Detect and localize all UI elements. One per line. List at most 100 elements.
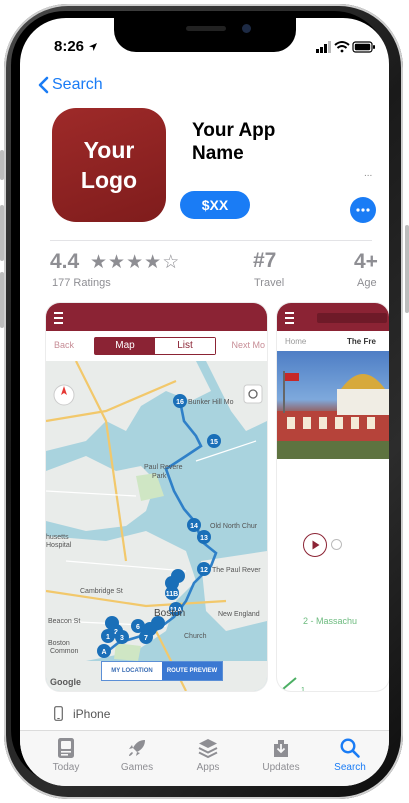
tab-freedom: The Fre bbox=[347, 337, 376, 346]
map-view: 16 15 14 13 12 11B 11A 6 7 2 1 3 A Bunke… bbox=[46, 361, 267, 691]
header-title-bar bbox=[317, 313, 387, 323]
svg-text:Common: Common bbox=[50, 648, 79, 655]
status-icons bbox=[316, 41, 375, 53]
layers-icon bbox=[198, 739, 218, 759]
map-list-segment: Map List bbox=[94, 337, 216, 355]
svg-text:6: 6 bbox=[136, 624, 140, 631]
back-button[interactable]: Search bbox=[38, 76, 103, 94]
menu-icon bbox=[54, 312, 63, 324]
rating-value: 4.4 bbox=[50, 250, 80, 273]
screenshot-back: Back bbox=[54, 340, 75, 350]
back-label: Search bbox=[52, 76, 103, 93]
svg-text:Cambridge St: Cambridge St bbox=[80, 588, 123, 595]
iphone-icon bbox=[54, 706, 63, 721]
svg-text:Paul Revere: Paul Revere bbox=[144, 464, 183, 471]
age-label: Age bbox=[357, 277, 377, 289]
svg-text:Boston: Boston bbox=[154, 608, 185, 619]
svg-text:husetts: husetts bbox=[46, 534, 69, 541]
status-time: 8:26 bbox=[54, 38, 98, 55]
more-description: ... bbox=[364, 168, 373, 179]
more-options-button[interactable] bbox=[350, 197, 376, 223]
search-icon bbox=[340, 738, 360, 758]
star-icon: ★ bbox=[144, 252, 163, 273]
svg-text:12: 12 bbox=[200, 567, 208, 574]
svg-text:The Paul Rever: The Paul Rever bbox=[212, 567, 261, 574]
half-star-icon: ☆ bbox=[162, 252, 181, 273]
tab-search[interactable]: Search bbox=[320, 737, 380, 773]
segment-list: List bbox=[155, 338, 215, 354]
star-icon: ★ bbox=[108, 252, 127, 273]
rocket-icon bbox=[129, 740, 145, 756]
divider bbox=[50, 240, 372, 241]
play-icon bbox=[312, 540, 320, 550]
notch bbox=[114, 18, 296, 52]
my-location-label: MY LOCATION bbox=[102, 662, 162, 680]
progress-dot bbox=[331, 539, 342, 550]
tab-games[interactable]: Games bbox=[107, 737, 167, 773]
svg-text:A: A bbox=[101, 649, 106, 656]
statehouse-photo bbox=[277, 351, 389, 459]
front-camera bbox=[242, 24, 251, 33]
screenshot-2[interactable]: Home The Fre 2 - Massachu 1 bbox=[277, 303, 389, 691]
star-icon: ★ bbox=[90, 252, 109, 273]
prev-chevron bbox=[279, 675, 299, 691]
device-compatibility: iPhone bbox=[54, 706, 110, 721]
svg-text:Park: Park bbox=[152, 473, 167, 480]
ellipsis-icon bbox=[356, 208, 370, 212]
svg-text:Boston: Boston bbox=[48, 640, 70, 647]
svg-text:16: 16 bbox=[176, 399, 184, 406]
svg-text:Church: Church bbox=[184, 633, 207, 640]
svg-text:Old North Chur: Old North Chur bbox=[210, 523, 258, 530]
signal-icon bbox=[316, 41, 331, 53]
screenshot-1[interactable]: Back Map List Next Mo 16 15 14 13 12 11B… bbox=[46, 303, 267, 691]
star-rating: ★★★★☆ bbox=[90, 251, 180, 274]
battery-icon bbox=[352, 41, 375, 53]
tab-updates[interactable]: Updates bbox=[251, 737, 311, 773]
speaker-grille bbox=[186, 26, 226, 31]
screenshot-caption: 2 - Massachu bbox=[303, 616, 358, 626]
wifi-icon bbox=[334, 41, 350, 53]
chevron-left-icon bbox=[281, 677, 297, 691]
volume-down-button bbox=[0, 272, 4, 328]
screenshot-header bbox=[46, 303, 267, 331]
tab-today[interactable]: Today bbox=[36, 737, 96, 773]
device-label: iPhone bbox=[73, 706, 111, 721]
play-button bbox=[303, 533, 327, 557]
app-icon-text: Your Logo bbox=[80, 137, 138, 193]
svg-text:3: 3 bbox=[120, 635, 124, 642]
svg-text:14: 14 bbox=[190, 523, 198, 530]
route-preview-label: ROUTE PREVIEW bbox=[162, 662, 222, 680]
svg-text:11B: 11B bbox=[166, 591, 178, 598]
svg-text:7: 7 bbox=[144, 635, 148, 642]
menu-icon bbox=[285, 312, 294, 324]
map-graphic: 16 15 14 13 12 11B 11A 6 7 2 1 3 A Bunke… bbox=[46, 361, 267, 691]
app-name: Your App Name bbox=[192, 120, 276, 164]
location-arrow-icon bbox=[89, 43, 98, 51]
svg-text:1: 1 bbox=[106, 634, 110, 641]
segment-map: Map bbox=[95, 338, 155, 354]
chart-rank: #7 bbox=[253, 249, 277, 272]
star-icon: ★ bbox=[126, 252, 145, 273]
map-footer-buttons: MY LOCATION ROUTE PREVIEW bbox=[101, 661, 223, 681]
screenshot-tabs: Home The Fre bbox=[277, 331, 389, 351]
building-graphic bbox=[277, 371, 389, 459]
download-icon bbox=[274, 740, 288, 757]
segment-row: Back Map List Next Mo bbox=[46, 331, 267, 361]
screenshot-header bbox=[277, 303, 389, 331]
volume-up-button bbox=[0, 205, 4, 261]
tab-apps[interactable]: Apps bbox=[178, 737, 238, 773]
google-attribution: Google bbox=[50, 677, 81, 687]
ratings-count: 177 Ratings bbox=[52, 277, 111, 289]
chevron-left-icon bbox=[38, 76, 49, 94]
svg-text:13: 13 bbox=[200, 535, 208, 542]
age-rating: 4+ bbox=[354, 250, 378, 273]
today-icon bbox=[58, 738, 74, 758]
svg-text:New England: New England bbox=[218, 611, 260, 618]
app-icon: Your Logo bbox=[52, 108, 166, 222]
svg-text:Beacon St: Beacon St bbox=[48, 618, 80, 625]
price-button[interactable]: $XX bbox=[180, 191, 250, 219]
svg-text:Bunker Hill Mo: Bunker Hill Mo bbox=[188, 399, 234, 406]
category-label[interactable]: Travel bbox=[254, 277, 284, 289]
tab-bar: Today Games Apps Updates Search bbox=[20, 730, 389, 786]
screen: 8:26 Search Your Logo Your App Name ... … bbox=[20, 18, 389, 786]
